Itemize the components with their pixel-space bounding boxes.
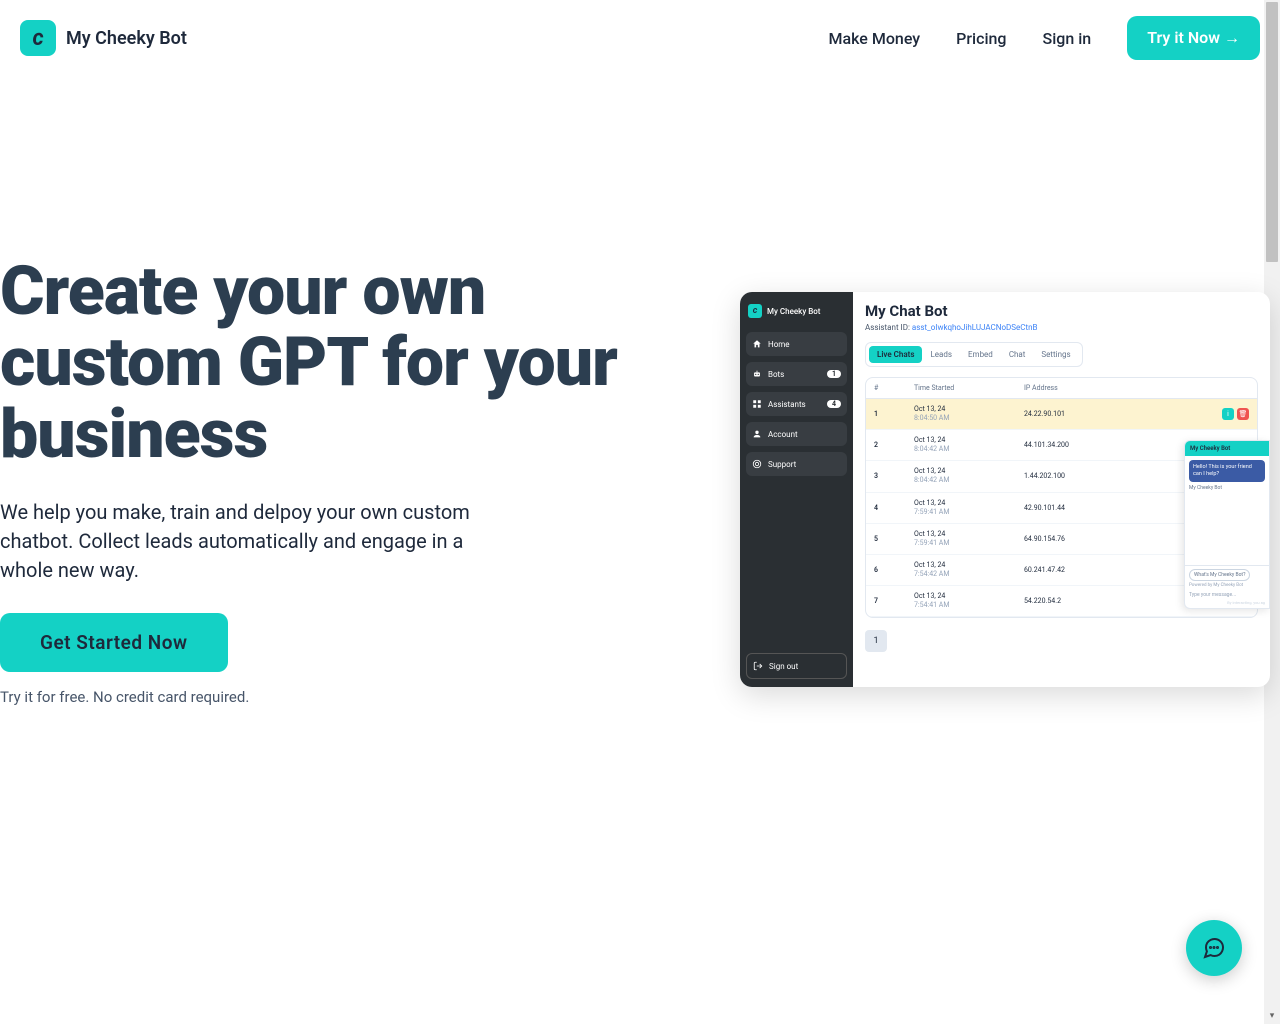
hero-title: Create your own custom GPT for your busi… (0, 256, 640, 470)
row-time: Oct 13, 247:54:42 AM (914, 561, 1024, 579)
scroll-down-icon[interactable]: ▾ (1264, 1008, 1280, 1024)
table-row[interactable]: 1Oct 13, 248:04:50 AM24.22.90.101i🗑 (866, 399, 1257, 430)
bots-badge: 1 (827, 370, 841, 378)
row-num: 4 (874, 504, 914, 512)
col-ip: IP Address (1024, 384, 1249, 392)
sidebar-item-label: Bots (768, 370, 784, 379)
chat-widget: My Cheeky Bot Hello! This is your friend… (1184, 440, 1270, 609)
sign-out-label: Sign out (769, 662, 798, 671)
hero-note: Try it for free. No credit card required… (0, 688, 640, 706)
row-num: 2 (874, 441, 914, 449)
chat-widget-footer: What's My Cheeky Bot? Powered by My Chee… (1185, 565, 1269, 608)
row-time: Oct 13, 248:04:50 AM (914, 405, 1024, 423)
tab-embed[interactable]: Embed (960, 346, 1001, 363)
get-started-button[interactable]: Get Started Now (0, 613, 228, 672)
row-num: 3 (874, 472, 914, 480)
hero-content: Create your own custom GPT for your busi… (0, 256, 640, 706)
brand[interactable]: c My Cheeky Bot (20, 20, 187, 56)
assistants-badge: 4 (827, 400, 841, 408)
try-now-button[interactable]: Try it Now → (1127, 16, 1260, 60)
life-ring-icon (752, 459, 762, 469)
row-num: 6 (874, 566, 914, 574)
chat-sender: My Cheeky Bot (1189, 485, 1265, 491)
row-num: 1 (874, 410, 914, 418)
grid-icon (752, 399, 762, 409)
preview-logo-icon: c (748, 304, 762, 318)
logo-icon: c (20, 20, 56, 56)
chat-powered-by: Powered by My Cheeky Bot (1189, 583, 1265, 588)
col-time: Time Started (914, 384, 1024, 392)
row-time: Oct 13, 247:59:41 AM (914, 499, 1024, 517)
tab-live-chats[interactable]: Live Chats (869, 346, 922, 363)
nav-make-money[interactable]: Make Money (829, 29, 921, 48)
preview-sidebar: c My Cheeky Bot Home Bots 1 Assistants 4 (740, 292, 853, 687)
row-time: Oct 13, 248:04:42 AM (914, 436, 1024, 454)
row-time: Oct 13, 247:54:41 AM (914, 592, 1024, 610)
sign-out-button[interactable]: Sign out (746, 653, 847, 679)
home-icon (752, 339, 762, 349)
sidebar-item-label: Assistants (768, 400, 806, 409)
chat-bubble-button[interactable] (1186, 920, 1242, 976)
sidebar-item-account[interactable]: Account (746, 422, 847, 446)
sidebar-item-label: Home (768, 340, 790, 349)
sidebar-item-home[interactable]: Home (746, 332, 847, 356)
brand-name: My Cheeky Bot (66, 28, 187, 49)
preview-brand: c My Cheeky Bot (746, 300, 847, 322)
chat-input[interactable]: Type your message... (1189, 590, 1265, 600)
app-preview: c My Cheeky Bot Home Bots 1 Assistants 4 (740, 292, 1270, 687)
user-icon (752, 429, 762, 439)
delete-action[interactable]: 🗑 (1237, 408, 1249, 420)
row-time: Oct 13, 248:04:42 AM (914, 467, 1024, 485)
chat-terms: By interacting, you ag (1189, 600, 1265, 605)
pager: 1 (865, 630, 1258, 652)
scroll-thumb[interactable] (1266, 2, 1278, 262)
nav: Make Money Pricing Sign in Try it Now → (829, 16, 1261, 60)
chat-widget-body: Hello! This is your friend can I help? M… (1185, 456, 1269, 565)
preview-brand-name: My Cheeky Bot (767, 307, 820, 316)
nav-sign-in[interactable]: Sign in (1043, 29, 1092, 48)
sign-out-icon (753, 661, 763, 671)
nav-pricing[interactable]: Pricing (956, 29, 1006, 48)
sidebar-item-support[interactable]: Support (746, 452, 847, 476)
chat-icon (1202, 936, 1226, 960)
preview-title: My Chat Bot (865, 302, 1258, 320)
tab-leads[interactable]: Leads (922, 346, 960, 363)
assistant-id-row: Assistant ID: asst_oIwkqhoJihLUJACNoDSeC… (865, 323, 1258, 332)
row-time: Oct 13, 247:59:41 AM (914, 530, 1024, 548)
row-num: 5 (874, 535, 914, 543)
assistant-id-label: Assistant ID: (865, 323, 912, 332)
robot-icon (752, 369, 762, 379)
info-action[interactable]: i (1222, 408, 1234, 420)
sidebar-item-label: Account (768, 430, 798, 439)
preview-main: My Chat Bot Assistant ID: asst_oIwkqhoJi… (853, 292, 1270, 687)
header: c My Cheeky Bot Make Money Pricing Sign … (0, 0, 1280, 76)
row-ip: 24.22.90.101 (1024, 410, 1222, 418)
hero-subtitle: We help you make, train and delpoy your … (0, 498, 520, 585)
tab-settings[interactable]: Settings (1033, 346, 1078, 363)
sidebar-item-bots[interactable]: Bots 1 (746, 362, 847, 386)
chat-suggestion[interactable]: What's My Cheeky Bot? (1189, 569, 1250, 581)
preview-tabs: Live Chats Leads Embed Chat Settings (865, 342, 1083, 367)
col-num: # (874, 384, 914, 392)
sidebar-item-assistants[interactable]: Assistants 4 (746, 392, 847, 416)
sidebar-item-label: Support (768, 460, 796, 469)
assistant-id-link[interactable]: asst_oIwkqhoJihLUJACNoDSeCtnB (912, 323, 1038, 332)
chat-widget-title: My Cheeky Bot (1185, 441, 1269, 456)
chat-message: Hello! This is your friend can I help? (1189, 460, 1265, 482)
row-num: 7 (874, 597, 914, 605)
table-header: # Time Started IP Address (866, 378, 1257, 399)
page-1[interactable]: 1 (865, 630, 887, 652)
tab-chat[interactable]: Chat (1001, 346, 1034, 363)
